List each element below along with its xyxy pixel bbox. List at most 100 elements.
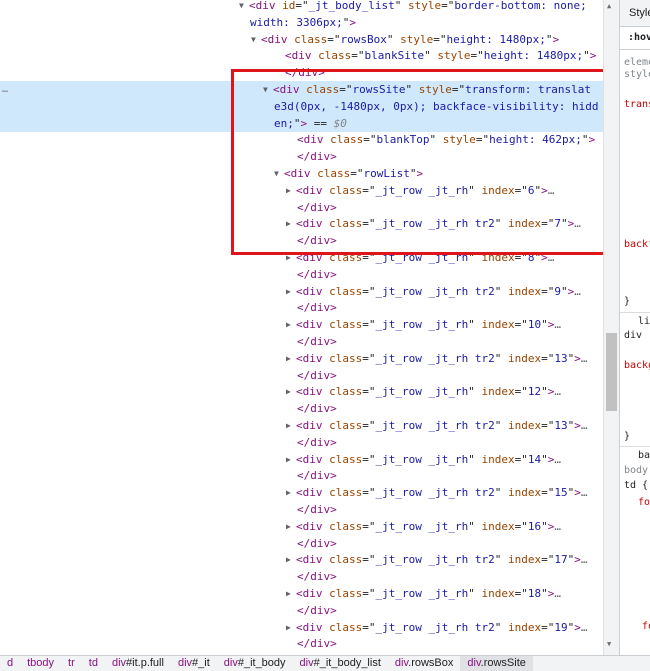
markup-token: index [481,519,515,533]
dom-node-line[interactable]: </div> [0,367,603,384]
dom-node-line[interactable]: ▼ <div class="rowList"> [0,165,603,182]
expand-right-triangle-icon[interactable]: ▶ [286,283,296,300]
expand-down-triangle-icon[interactable]: ▼ [251,31,261,48]
dom-node-line[interactable]: </div> [0,568,603,585]
selected-node-dots-icon[interactable]: … [2,81,8,98]
scroll-down-arrow-icon[interactable]: ▼ [607,640,611,648]
dom-node-line[interactable]: ▶ <div class="_jt_row _jt_rh tr2" index="… [0,551,603,568]
style-rule-fragment: fo [638,497,650,508]
styles-pane[interactable]: Styles :hov elemestyle trans backf} li div ba… [619,0,650,655]
markup-token: <div [296,553,330,567]
dom-node-line[interactable]: en;"> == $0 [0,114,603,132]
expand-right-triangle-icon[interactable]: ▶ [286,215,296,232]
markup-token: " [468,385,482,399]
breadcrumb-item[interactable]: div.rowsBox [388,656,461,671]
expand-right-triangle-icon[interactable]: ▶ [286,316,296,333]
dom-node-line[interactable]: <div class="blankTop" style="height: 462… [0,131,603,148]
markup-token: =" [541,284,555,298]
dom-node-line[interactable]: ▶ <div class="_jt_row _jt_rh tr2" index="… [0,350,603,367]
dom-node-line[interactable]: ▶ <div class="_jt_row _jt_rh tr2" index="… [0,417,603,434]
markup-token: 13 [554,419,568,432]
breadcrumb-item[interactable]: div#_it [171,656,217,671]
dom-node-line[interactable]: ▶ <div class="_jt_row _jt_rh" index="18">… [0,585,603,602]
expand-right-triangle-icon[interactable]: ▶ [286,484,296,501]
dom-node-line[interactable]: ▶ <div class="_jt_row _jt_rh" index="8">… [0,249,603,266]
dom-node-line[interactable]: </div> [0,535,603,552]
dom-node-line[interactable]: ▶ <div class="_jt_row _jt_rh" index="6">… [0,182,603,199]
dom-node-line[interactable]: </div> [0,602,603,619]
markup-token: </div> [297,200,337,214]
dom-node-line[interactable]: ▶ <div class="_jt_row _jt_rh tr2" index="… [0,619,603,636]
hov-toggle[interactable]: :hov [620,27,650,50]
markup-token: > [574,620,581,634]
dom-node-line[interactable]: </div> [0,400,603,417]
scroll-up-arrow-icon[interactable]: ▲ [607,2,611,10]
dom-node-line[interactable]: e3d(0px, -1480px, 0px); backface-visibil… [0,97,603,115]
elements-tree-panel[interactable]: ▼ <div id="_jt_body_list" style="border-b… [0,0,603,655]
breadcrumb-item[interactable]: tbody [20,656,61,671]
markup-token: > [574,553,581,567]
markup-token: index [507,486,542,500]
expand-right-triangle-icon[interactable]: ▶ [286,350,296,367]
dom-node-line[interactable]: </div> [0,467,603,484]
dom-node-line[interactable]: </div> [0,635,603,652]
expand-right-triangle-icon[interactable]: ▶ [286,417,296,434]
elements-scrollbar[interactable]: ▲ ▼ [603,0,619,655]
expand-right-triangle-icon[interactable]: ▶ [286,585,296,602]
expand-right-triangle-icon[interactable]: ▶ [286,518,296,535]
dom-node-line[interactable]: … ▼ <div class="rowsSite" style="transform… [0,81,603,98]
dom-node-line[interactable]: ▶ <div class="_jt_row _jt_rh" index="12">… [0,383,603,400]
dom-node-line[interactable]: <div class="blankSite" style="height: 14… [0,47,603,64]
breadcrumb-item[interactable]: div#it.p.full [105,656,171,671]
dom-node-line[interactable]: </div> [0,232,603,249]
markup-token: class [329,620,363,634]
expand-right-triangle-icon[interactable]: ▶ [286,383,296,400]
dom-node-line[interactable]: ▶ <div class="_jt_row _jt_rh tr2" index="… [0,484,603,501]
dom-node-line[interactable]: </div> [0,266,603,283]
markup-token: =" [541,620,555,634]
expand-down-triangle-icon[interactable]: ▼ [263,81,273,98]
expand-right-triangle-icon[interactable]: ▶ [286,182,296,199]
markup-token: " [468,519,482,533]
markup-token: _jt_row _jt_rh [375,519,469,533]
expand-right-triangle-icon[interactable]: ▶ [286,451,296,468]
expand-down-triangle-icon[interactable]: ▼ [239,0,249,14]
scrollbar-thumb[interactable] [606,333,617,411]
dom-node-line[interactable]: </div> [0,64,603,81]
markup-token: =" [362,284,376,298]
breadcrumb-item[interactable]: td [82,656,105,671]
dom-node-line[interactable]: ▼ <div class="rowsBox" style="height: 148… [0,31,603,48]
markup-token: " [394,0,408,12]
dom-node-line[interactable]: </div> [0,434,603,451]
markup-token: class [329,217,363,231]
breadcrumb-item[interactable]: d [0,656,20,671]
expand-down-triangle-icon[interactable]: ▼ [274,165,284,182]
breadcrumb-item[interactable]: tr [61,656,82,671]
dom-node-line[interactable]: ▶ <div class="_jt_row _jt_rh" index="14">… [0,451,603,468]
breadcrumb-item[interactable]: div#_it_body_list [293,656,388,671]
dom-node-line[interactable]: ▶ <div class="_jt_row _jt_rh" index="16">… [0,518,603,535]
markup-token: … [547,251,555,264]
expand-right-triangle-icon[interactable]: ▶ [286,551,296,568]
dom-node-line[interactable]: ▼ <div id="_jt_body_list" style="border-b… [0,0,603,14]
dom-node-line[interactable]: width: 3306px;"> [0,14,603,31]
tab-styles[interactable]: Styles [620,0,650,27]
markup-token: == [307,116,334,130]
dom-node-line[interactable]: </div> [0,199,603,216]
breadcrumb-item[interactable]: div.rowsSite [460,656,533,671]
expand-right-triangle-icon[interactable]: ▶ [286,249,296,266]
dom-node-line[interactable]: </div> [0,148,603,165]
markup-token: class [330,133,364,147]
markup-token: … [547,183,555,197]
markup-token: " [494,284,508,298]
markup-token: =" [514,251,528,264]
dom-node-line[interactable]: ▶ <div class="_jt_row _jt_rh tr2" index="… [0,215,603,232]
expand-right-triangle-icon[interactable]: ▶ [286,619,296,636]
dom-node-line[interactable]: ▶ <div class="_jt_row _jt_rh" index="10">… [0,316,603,333]
dom-node-line[interactable]: ▶ <div class="_jt_row _jt_rh tr2" index="… [0,283,603,300]
dom-node-line[interactable]: </div> [0,333,603,350]
markup-token: =" [541,553,555,567]
breadcrumb-item[interactable]: div#_it_body [217,656,293,671]
dom-node-line[interactable]: </div> [0,501,603,518]
dom-node-line[interactable]: </div> [0,299,603,316]
